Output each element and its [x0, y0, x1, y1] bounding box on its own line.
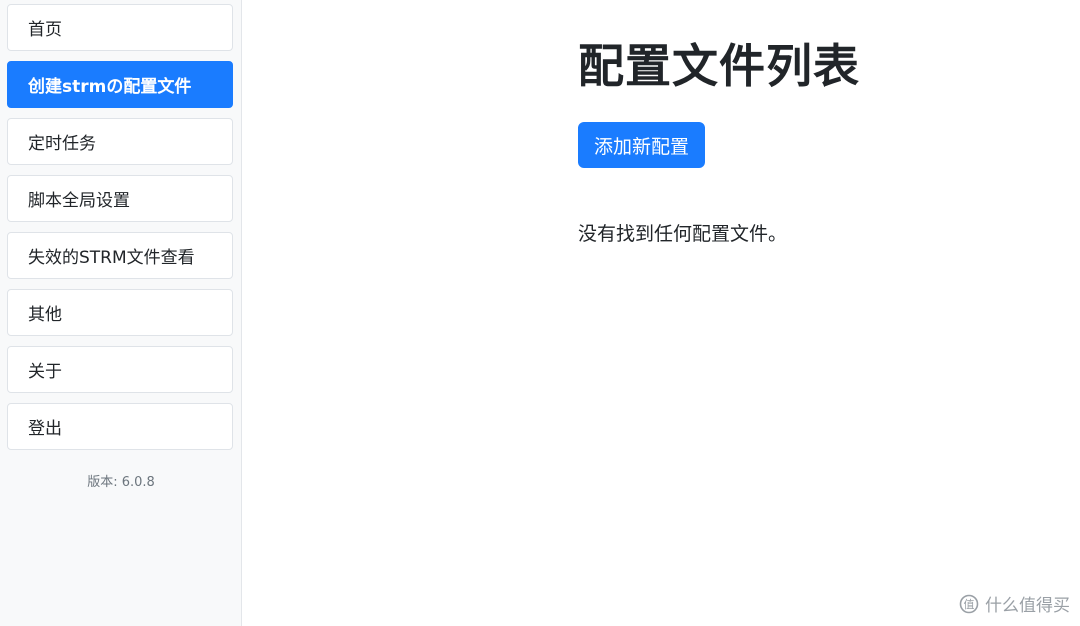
sidebar-item-home[interactable]: 首页: [7, 4, 233, 51]
watermark-text: 什么值得买: [985, 596, 1070, 616]
watermark-logo-icon: 值: [959, 594, 979, 613]
sidebar-item-label: 脚本全局设置: [28, 191, 130, 211]
sidebar-item-label: 定时任务: [28, 134, 96, 154]
sidebar: 首页 创建strmの配置文件 定时任务 脚本全局设置 失效的STRM文件查看 其…: [0, 0, 242, 626]
sidebar-item-label: 失效的STRM文件查看: [28, 248, 195, 268]
sidebar-item-about[interactable]: 关于: [7, 346, 233, 393]
sidebar-item-logout[interactable]: 登出: [7, 403, 233, 450]
sidebar-item-label: 登出: [28, 419, 62, 439]
sidebar-nav: 首页 创建strmの配置文件 定时任务 脚本全局设置 失效的STRM文件查看 其…: [7, 4, 233, 460]
sidebar-item-other[interactable]: 其他: [7, 289, 233, 336]
svg-text:值: 值: [964, 598, 975, 611]
sidebar-item-label: 首页: [28, 20, 62, 40]
sidebar-item-scheduled-tasks[interactable]: 定时任务: [7, 118, 233, 165]
sidebar-item-create-strm-config[interactable]: 创建strmの配置文件: [7, 61, 233, 108]
sidebar-item-global-settings[interactable]: 脚本全局设置: [7, 175, 233, 222]
sidebar-item-label: 关于: [28, 362, 62, 382]
page-title: 配置文件列表: [578, 39, 860, 93]
add-config-button[interactable]: 添加新配置: [578, 122, 706, 168]
empty-state-message: 没有找到任何配置文件。: [578, 223, 788, 245]
watermark: 值 什么值得买: [959, 591, 1070, 616]
version-label: 版本: 6.0.8: [87, 475, 155, 490]
sidebar-item-label: 其他: [28, 305, 62, 325]
sidebar-item-label: 创建strmの配置文件: [28, 77, 192, 97]
sidebar-item-invalid-strm[interactable]: 失效的STRM文件查看: [7, 232, 233, 279]
app-layout: 首页 创建strmの配置文件 定时任务 脚本全局设置 失效的STRM文件查看 其…: [0, 0, 1080, 626]
